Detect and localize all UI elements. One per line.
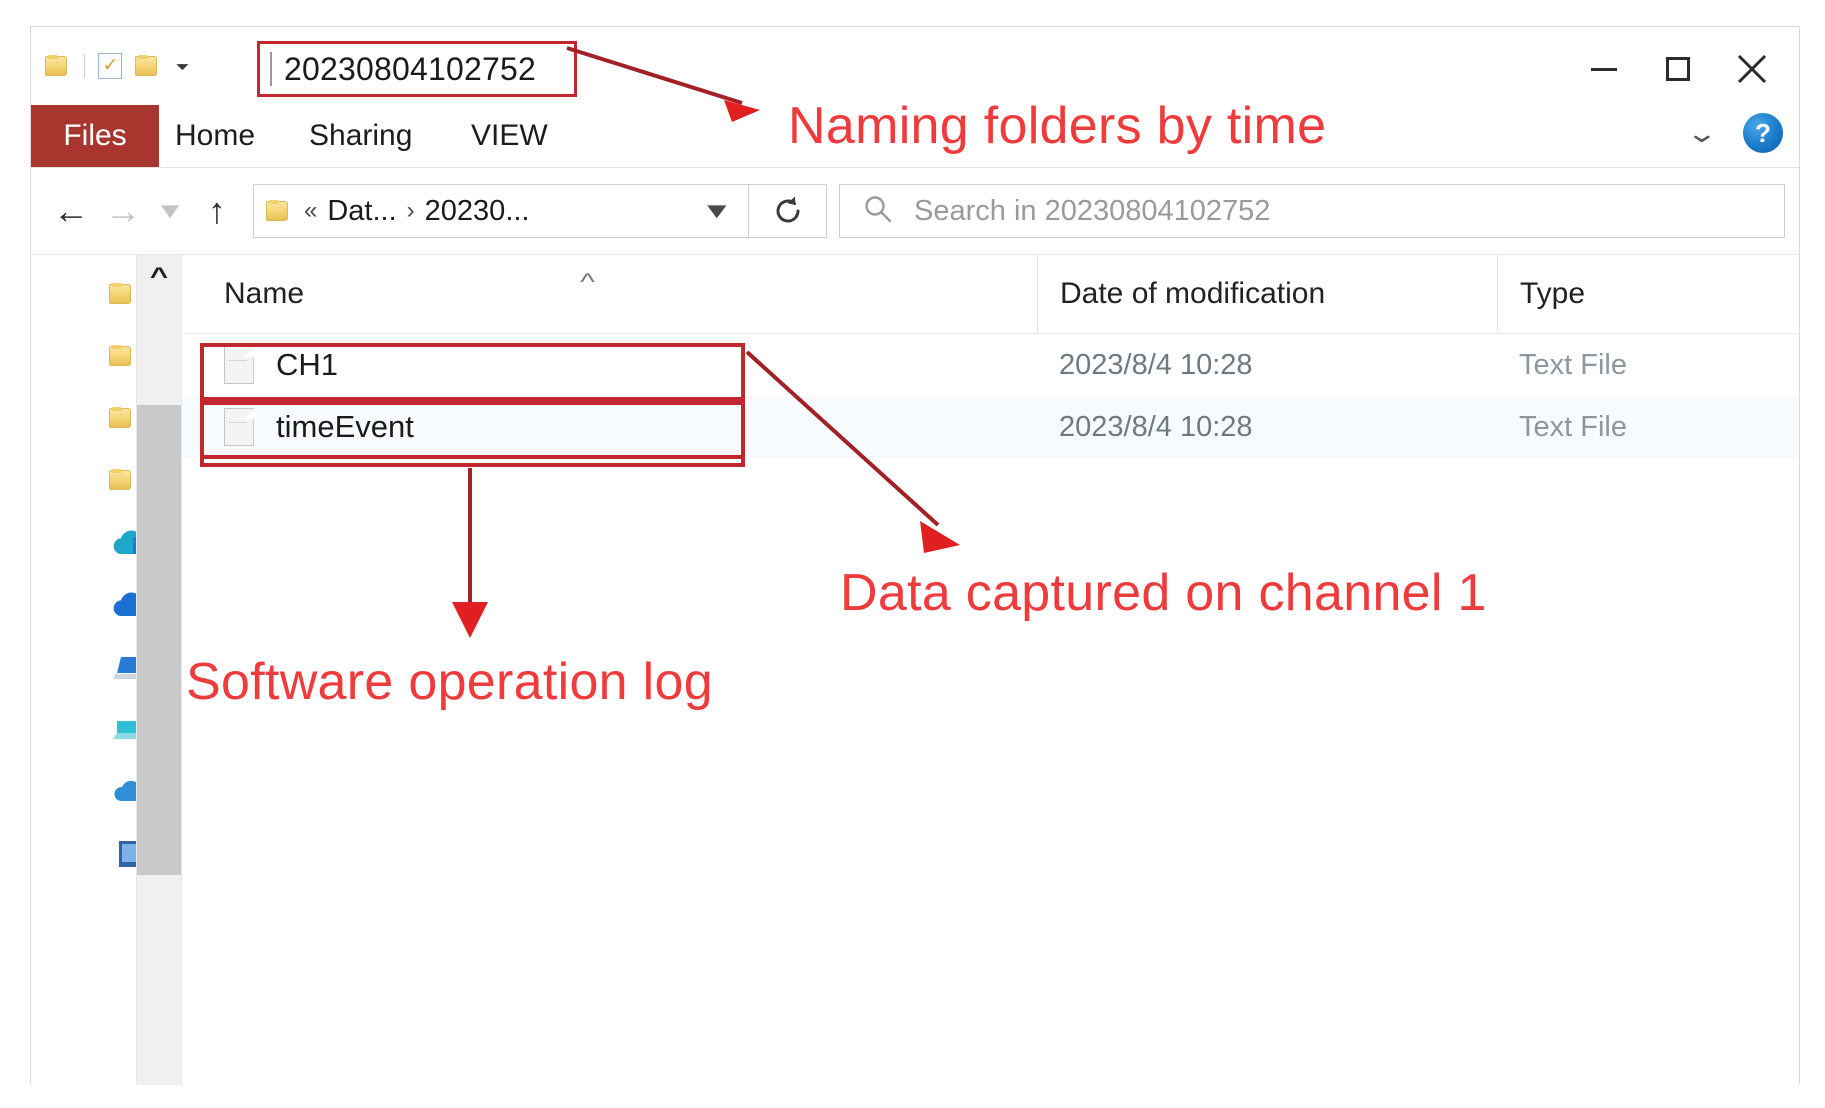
address-bar[interactable]: « Dat... › 20230... ▼: [253, 184, 749, 238]
chevron-up-icon[interactable]: ^: [130, 255, 181, 299]
file-explorer-window: ✓ ▼ 20230804102752 Files Home Sharing VI…: [30, 26, 1800, 1085]
arrow-left-icon[interactable]: ←: [45, 185, 97, 237]
chevron-up-icon: ^: [580, 269, 595, 296]
annotation-naming-folders: Naming folders by time: [788, 97, 1327, 155]
text-file-icon: [224, 407, 255, 446]
search-placeholder: Search in 20230804102752: [914, 194, 1271, 227]
toolbar-divider: [84, 54, 85, 78]
window-controls: [1567, 41, 1789, 97]
checked-document-icon[interactable]: ✓: [98, 53, 122, 79]
tab-sharing[interactable]: Sharing: [309, 105, 412, 167]
chevron-down-icon[interactable]: ⌄: [1686, 118, 1719, 149]
column-header-name-label: Name: [224, 277, 305, 310]
folder-icon: [109, 469, 135, 491]
table-row[interactable]: CH1 2023/8/4 10:28 Text File: [182, 334, 1799, 396]
tab-files[interactable]: Files: [31, 105, 159, 167]
navigation-pane-scrollbar[interactable]: ^: [136, 255, 181, 1085]
path-field[interactable]: 20230804102752: [257, 41, 577, 97]
breadcrumb-separator: ›: [406, 197, 415, 224]
navigation-pane: ^: [31, 255, 181, 1085]
annotation-data-channel: Data captured on channel 1: [840, 564, 1487, 622]
chevron-down-icon[interactable]: ▼: [677, 198, 758, 224]
column-header-name[interactable]: Name ^: [182, 255, 1037, 333]
folder-icon[interactable]: [45, 55, 71, 77]
breadcrumb-item-folder[interactable]: 20230...: [425, 195, 530, 228]
annotation-software-log: Software operation log: [186, 653, 713, 711]
file-type-cell: Text File: [1519, 410, 1627, 443]
breadcrumb: « Dat... › 20230...: [304, 195, 690, 228]
folder-icon: [109, 407, 135, 429]
title-bar: ✓ ▼ 20230804102752: [31, 27, 1799, 105]
column-header-row: Name ^ Date of modification Type: [182, 255, 1799, 334]
minimize-icon[interactable]: [1567, 41, 1641, 97]
maximize-icon[interactable]: [1641, 41, 1715, 97]
breadcrumb-item-data[interactable]: Dat...: [327, 195, 396, 228]
scrollbar-thumb[interactable]: [137, 405, 181, 875]
question-mark-icon[interactable]: ?: [1743, 113, 1783, 153]
table-row[interactable]: timeEvent 2023/8/4 10:28 Text File: [182, 396, 1799, 458]
file-type-cell: Text File: [1519, 348, 1627, 381]
breadcrumb-overflow[interactable]: «: [304, 197, 317, 225]
file-date-cell: 2023/8/4 10:28: [1059, 348, 1253, 381]
chevron-down-icon[interactable]: ▼: [141, 185, 200, 237]
quick-access-toolbar: ✓ ▼: [45, 53, 193, 79]
file-name-cell[interactable]: timeEvent: [182, 396, 1037, 458]
chevron-down-icon[interactable]: ▼: [172, 60, 193, 72]
path-caret-bar: [270, 52, 272, 86]
path-value: 20230804102752: [284, 50, 536, 87]
navigation-bar: ← → ▼ ↑ « Dat... › 20230... ▼ Search in …: [31, 168, 1799, 254]
folder-icon: [266, 200, 292, 222]
file-name-label: CH1: [276, 347, 339, 382]
refresh-icon[interactable]: [749, 184, 827, 238]
search-input[interactable]: Search in 20230804102752: [839, 184, 1785, 238]
tab-home[interactable]: Home: [175, 105, 255, 167]
file-date-cell: 2023/8/4 10:28: [1059, 410, 1253, 443]
new-folder-icon[interactable]: [135, 55, 161, 77]
column-header-date[interactable]: Date of modification: [1037, 255, 1497, 333]
close-icon[interactable]: [1715, 41, 1789, 97]
folder-icon: [109, 345, 135, 367]
file-name-label: timeEvent: [276, 409, 414, 444]
tab-view[interactable]: VIEW: [471, 105, 548, 167]
column-header-type[interactable]: Type: [1497, 255, 1799, 333]
file-name-cell[interactable]: CH1: [182, 334, 1037, 396]
ribbon-right-controls: ⌄ ?: [1686, 113, 1783, 153]
search-icon: [862, 193, 894, 230]
screenshot-canvas: ✓ ▼ 20230804102752 Files Home Sharing VI…: [0, 0, 1825, 1108]
text-file-icon: [224, 345, 255, 384]
